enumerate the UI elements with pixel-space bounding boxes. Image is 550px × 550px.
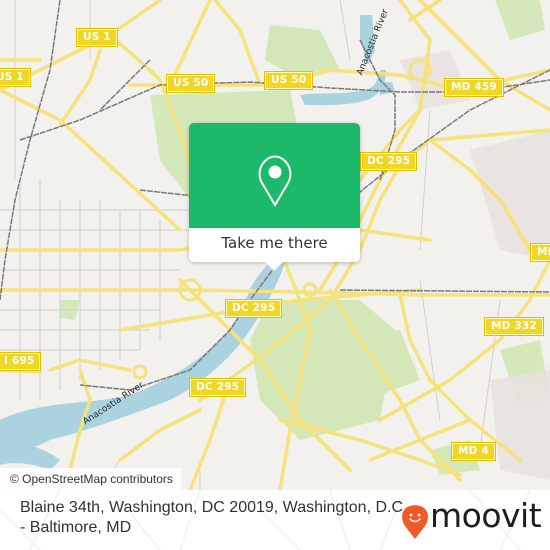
- road-shield: DC 295: [224, 299, 283, 318]
- road-shield: US 1: [0, 68, 31, 87]
- road-shield: MD 459: [444, 78, 504, 97]
- road-shield: MD: [530, 243, 550, 262]
- road-shield: MD 332: [484, 317, 544, 336]
- moovit-pin-icon: [402, 505, 428, 539]
- moovit-wordmark: moovit: [430, 496, 542, 535]
- road-shield: US 50: [165, 74, 216, 93]
- road-shield: DC 295: [188, 378, 247, 397]
- road-shield: US 50: [263, 71, 314, 90]
- map-attribution[interactable]: © OpenStreetMap contributors: [0, 468, 181, 490]
- map-pin-icon: [258, 155, 292, 207]
- destination-address: Blaine 34th, Washington, DC 20019, Washi…: [20, 499, 408, 536]
- road-shield: US 1: [76, 28, 118, 47]
- road-shield: DC 295: [359, 152, 418, 171]
- popup-pointer: [265, 262, 283, 271]
- take-me-there-button[interactable]: Take me there: [189, 228, 360, 262]
- popup-header: [189, 123, 360, 228]
- road-shield: I 695: [0, 352, 42, 371]
- destination-popup: Take me there: [189, 123, 360, 271]
- road-shield: MD 4: [451, 442, 496, 461]
